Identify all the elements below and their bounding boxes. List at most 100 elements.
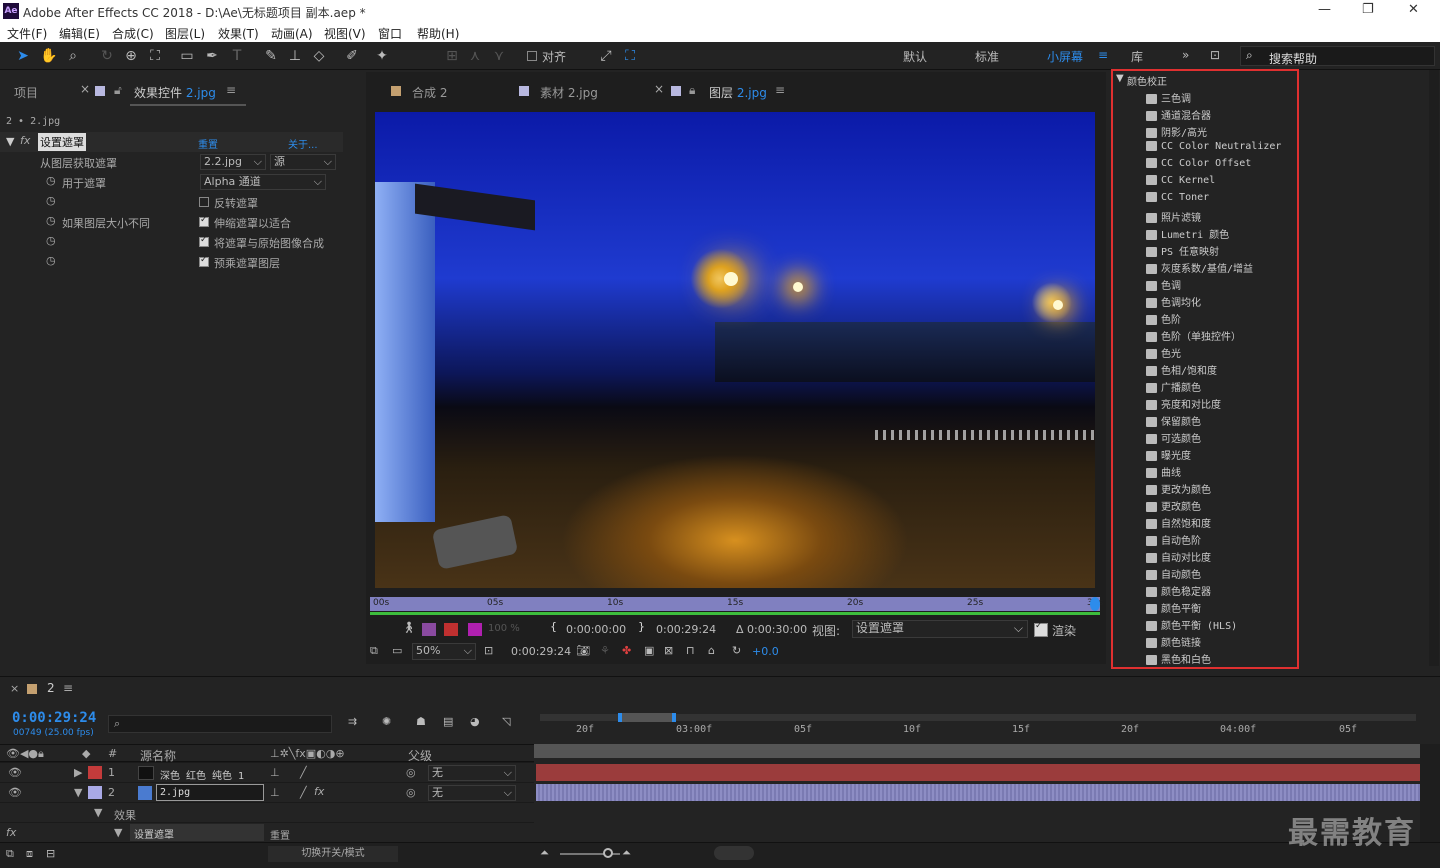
close-tab-icon[interactable]: × — [10, 682, 19, 695]
collapse-arrow-icon[interactable]: ▼ — [94, 806, 102, 819]
effect-list-item[interactable]: 照片滤镜 — [1146, 209, 1201, 224]
effect-list-item[interactable]: 颜色平衡 — [1146, 600, 1201, 615]
puppet-tool-icon[interactable]: ✦ — [373, 47, 391, 65]
toggle-switches-modes[interactable]: 切换开关/模式 — [268, 846, 398, 862]
layer-name[interactable]: 深色 红色 纯色 1 — [160, 767, 244, 782]
zoom-dropdown[interactable]: 50% ⌵ — [412, 643, 476, 660]
in-point-icon[interactable]: { — [550, 620, 557, 633]
effect-list-item[interactable]: 灰度系数/基值/增益 — [1146, 260, 1253, 275]
shy-switch-icon[interactable]: ⊥ — [270, 786, 280, 799]
work-area-strip[interactable] — [534, 744, 1420, 758]
sync-settings-icon[interactable]: ⊡ — [1210, 48, 1220, 62]
effect-list-item[interactable]: 色阶 — [1146, 311, 1181, 326]
effect-list-item[interactable]: PS 任意映射 — [1146, 243, 1219, 258]
zoom-in-icon[interactable]: ⏶ — [622, 846, 631, 860]
frame-blending-icon[interactable]: ▤ — [443, 715, 453, 728]
time-navigator-handle[interactable] — [618, 713, 676, 722]
effect-list-item[interactable]: 自动色阶 — [1146, 532, 1201, 547]
tab-effect-controls[interactable]: 效果控件 2.jpg — [134, 84, 216, 101]
effect-list-item[interactable]: 曝光度 — [1146, 447, 1191, 462]
minimize-icon[interactable]: — — [1318, 2, 1331, 17]
out-point-icon[interactable]: } — [638, 620, 645, 633]
lock-icon[interactable]: 🔒︎ — [689, 83, 695, 98]
fit-icon[interactable]: ⊡ — [484, 644, 493, 657]
effect-list-item[interactable]: 色光 — [1146, 345, 1181, 360]
lock-icon[interactable]: 🔓︎ — [114, 83, 122, 98]
graph-editor-icon[interactable]: ◹ — [502, 715, 510, 728]
effect-list-item[interactable]: 颜色平衡 (HLS) — [1146, 617, 1237, 632]
stopwatch-icon[interactable]: ◷ — [46, 194, 56, 207]
effect-list-item[interactable]: 亮度和对比度 — [1146, 396, 1221, 411]
effect-list-item[interactable]: 广播颜色 — [1146, 379, 1201, 394]
workspace-library[interactable]: 库 — [1131, 48, 1143, 65]
help-search[interactable]: ⌕ 搜索帮助 — [1240, 46, 1435, 66]
motion-red-icon[interactable] — [444, 623, 458, 636]
more-workspaces-icon[interactable]: » — [1182, 48, 1189, 62]
motion-blur-icon[interactable]: ◕ — [470, 715, 480, 728]
effect-list-item[interactable]: 更改颜色 — [1146, 498, 1201, 513]
timeline-comp-tab[interactable]: 2 — [47, 681, 55, 695]
eraser-tool-icon[interactable]: ◇ — [310, 47, 328, 65]
layer-label-color[interactable] — [88, 766, 102, 779]
effect-name[interactable]: 设置遮罩 — [38, 133, 86, 151]
reset-link[interactable]: 重置 — [198, 136, 218, 151]
collapse-arrow-icon[interactable]: ▼ — [114, 826, 122, 839]
fx-switch-icon[interactable]: fx — [314, 785, 324, 798]
zoom-out-icon[interactable]: ⏶ — [540, 846, 549, 860]
menu-edit[interactable]: 编辑(E) — [59, 25, 100, 42]
effect-list-item[interactable]: 色相/饱和度 — [1146, 362, 1217, 377]
walk-icon[interactable]: 🚶︎ — [402, 621, 416, 634]
stretch-mask-checkbox[interactable] — [199, 215, 209, 227]
motion-icon[interactable] — [422, 623, 436, 636]
layer-switches-icon[interactable]: ⧉ — [6, 847, 14, 861]
effects-scrollbar[interactable] — [1429, 70, 1439, 666]
render-checkbox[interactable] — [1034, 621, 1048, 637]
shy-switch-icon[interactable]: ⊥ — [270, 766, 280, 779]
in-out-icon[interactable]: ⊟ — [46, 847, 55, 860]
workspace-menu-icon[interactable]: ≡ — [1098, 48, 1108, 62]
menu-animation[interactable]: 动画(A) — [271, 25, 313, 42]
pen-tool-icon[interactable]: ✒ — [203, 47, 221, 65]
effect-list-item[interactable]: 黑色和白色 — [1146, 651, 1211, 666]
effect-list-item[interactable]: Lumetri 颜色 — [1146, 226, 1229, 241]
monitor-icon[interactable]: ▭ — [392, 644, 402, 657]
view-dropdown[interactable]: 设置遮罩 ⌵ — [852, 620, 1028, 638]
source-mode-dropdown[interactable]: 源 ⌵ — [270, 154, 336, 170]
layer-preview-image[interactable] — [375, 112, 1095, 588]
transfer-controls-icon[interactable]: ⧈ — [26, 847, 33, 861]
effect-list-item[interactable]: CC Kernel — [1146, 175, 1215, 186]
effect-list-item[interactable]: CC Color Neutralizer — [1146, 141, 1281, 152]
effect-list-item[interactable]: CC Color Offset — [1146, 158, 1251, 169]
comp-mini-flowchart-icon[interactable]: ⇉ — [348, 715, 357, 728]
stopwatch-icon[interactable]: ◷ — [46, 214, 56, 227]
fx-icon[interactable]: fx — [20, 134, 30, 147]
parent-dropdown[interactable]: 无 ⌵ — [428, 785, 516, 801]
use-for-mask-dropdown[interactable]: Alpha 通道 ⌵ — [200, 174, 326, 190]
close-tab-icon[interactable]: × — [80, 82, 90, 96]
menu-layer[interactable]: 图层(L) — [165, 25, 205, 42]
workspace-default[interactable]: 默认 — [903, 48, 927, 65]
preview-icon[interactable]: ⧉ — [370, 644, 378, 658]
expand-arrow-icon[interactable]: ▼ — [6, 135, 14, 148]
panel-menu-icon[interactable]: ≡ — [226, 83, 236, 97]
panel-menu-icon[interactable]: ≡ — [775, 83, 785, 97]
effect-list-item[interactable]: 保留颜色 — [1146, 413, 1201, 428]
layer-label-color[interactable] — [88, 786, 102, 799]
effect-list-item[interactable]: 颜色链接 — [1146, 634, 1201, 649]
snapshot-icon[interactable]: 📷︎ — [576, 644, 590, 657]
expand-arrow-icon[interactable]: ▼ — [1116, 73, 1124, 84]
effect-list-item[interactable]: 更改为颜色 — [1146, 481, 1211, 496]
tab-project[interactable]: 项目 — [14, 84, 38, 101]
rotate-tool-icon[interactable]: ↻ — [98, 47, 116, 65]
source-layer-dropdown[interactable]: 2.2.jpg ⌵ — [200, 154, 266, 170]
show-snapshot-icon[interactable]: ⚘ — [600, 644, 610, 657]
snap-checkbox[interactable] — [527, 51, 537, 61]
time-navigator[interactable] — [540, 713, 1416, 722]
zoom-slider-thumb[interactable] — [603, 848, 613, 858]
3d-view-icon[interactable]: ⊓ — [686, 644, 695, 657]
effect-list-item[interactable]: 可选颜色 — [1146, 430, 1201, 445]
close-icon[interactable]: ✕ — [1408, 2, 1419, 17]
effect-list-item[interactable]: 三色调 — [1146, 90, 1191, 105]
menu-effect[interactable]: 效果(T) — [218, 25, 259, 42]
stopwatch-icon[interactable]: ◷ — [46, 254, 56, 267]
